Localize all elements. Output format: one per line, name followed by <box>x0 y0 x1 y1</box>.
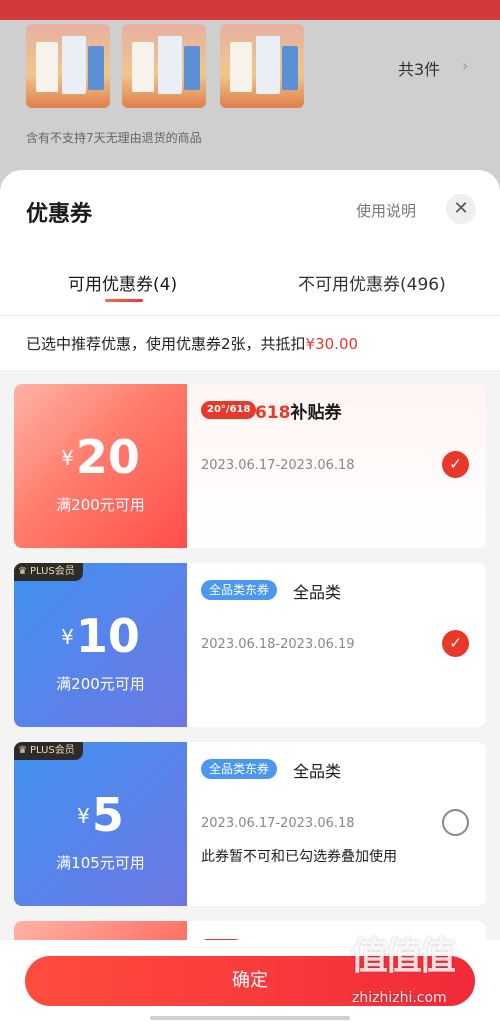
crown-icon: ♛ <box>18 745 27 756</box>
plus-label: PLUS会员 <box>29 566 75 577</box>
checked-icon[interactable]: ✓ <box>442 630 469 657</box>
unchecked-radio-icon[interactable] <box>442 809 469 836</box>
plus-label: PLUS会员 <box>29 745 75 756</box>
coupon-value: 10 <box>75 609 140 663</box>
product-thumbnail[interactable] <box>122 24 206 108</box>
summary-amount: ¥30.00 <box>305 335 359 353</box>
coupon-amount: ¥10 <box>14 609 187 663</box>
coupon-card[interactable]: ¥10 满200元可用 ♛ PLUS会员 全品类东券 全品类 2023.06.18… <box>14 563 486 727</box>
discount-summary: 已选中推荐优惠，使用优惠券2张，共抵扣¥30.00 <box>26 333 358 354</box>
product-thumbnail[interactable] <box>220 24 304 108</box>
watermark-logo: 值值值 <box>350 934 456 978</box>
sheet-title: 优惠券 <box>26 202 93 227</box>
coupon-title: 618补贴券 <box>255 398 342 423</box>
coupon-info: 全品类东券 全品类 2023.06.18-2023.06.19 ✓ <box>187 563 486 727</box>
plus-member-badge: ♛ PLUS会员 <box>14 742 83 760</box>
coupon-value: 20 <box>75 430 140 484</box>
yen-symbol: ¥ <box>77 804 90 828</box>
coupon-value-panel: ¥20 满200元可用 <box>14 384 187 548</box>
coupon-validity-date: 2023.06.18-2023.06.19 <box>201 637 355 652</box>
coupon-validity-date: 2023.06.17-2023.06.18 <box>201 816 355 831</box>
item-count[interactable]: 共3件 <box>398 56 440 80</box>
coupon-amount: ¥5 <box>14 788 187 842</box>
coupon-info: 20°/618 618补贴券 2023.06.17-2023.06.18 ✓ <box>187 384 486 548</box>
coupon-value-panel: ¥5 满105元可用 <box>14 742 187 906</box>
tab-active-indicator <box>105 299 143 302</box>
crown-icon: ♛ <box>18 566 27 577</box>
coupon-stacking-note: 此券暂不可和已勾选券叠加使用 <box>201 849 397 865</box>
coupon-tag-618: 20°/618 <box>201 401 257 419</box>
close-icon[interactable]: ✕ <box>446 194 476 224</box>
coupon-title: 全品类 <box>293 762 342 781</box>
top-banner <box>0 0 500 20</box>
tab-available-coupons[interactable]: 可用优惠券(4) <box>68 270 177 295</box>
coupon-title-prefix: 618 <box>255 403 291 423</box>
usage-instructions-link[interactable]: 使用说明 <box>356 200 416 221</box>
summary-text: 已选中推荐优惠，使用优惠券2张，共抵扣 <box>26 335 306 353</box>
coupon-tag: 全品类东券 <box>201 580 278 600</box>
yen-symbol: ¥ <box>61 446 74 470</box>
watermark-text: zhizhizhi.com <box>352 990 447 1006</box>
coupon-condition: 满200元可用 <box>56 675 145 693</box>
home-indicator <box>150 1016 350 1020</box>
coupon-value-panel: ¥10 满200元可用 <box>14 563 187 727</box>
coupon-title-text: 补贴券 <box>290 403 342 423</box>
divider <box>0 315 500 316</box>
coupon-validity-date: 2023.06.17-2023.06.18 <box>201 458 355 473</box>
coupon-info: 全品类东券 全品类 2023.06.17-2023.06.18 此券暂不可和已勾… <box>187 742 486 906</box>
coupon-condition: 满105元可用 <box>56 854 145 872</box>
coupon-amount: ¥20 <box>14 430 187 484</box>
checked-icon[interactable]: ✓ <box>442 451 469 478</box>
coupon-card[interactable]: ¥20 满200元可用 20°/618 618补贴券 2023.06.17-20… <box>14 384 486 548</box>
coupon-tag: 全品类东券 <box>201 759 278 779</box>
product-thumbnail[interactable] <box>26 24 110 108</box>
coupon-value: 5 <box>91 788 124 842</box>
chevron-right-icon[interactable]: › <box>462 56 468 75</box>
return-policy-note: 含有不支持7天无理由退货的商品 <box>26 131 202 145</box>
tab-unavailable-coupons[interactable]: 不可用优惠券(496) <box>298 270 446 295</box>
plus-member-badge: ♛ PLUS会员 <box>14 563 83 581</box>
yen-symbol: ¥ <box>61 625 74 649</box>
coupon-sheet: 优惠券 使用说明 ✕ 可用优惠券(4) 不可用优惠券(496) 已选中推荐优惠，… <box>0 170 500 1022</box>
coupon-title: 全品类 <box>293 583 342 602</box>
coupon-card[interactable]: ¥5 满105元可用 ♛ PLUS会员 全品类东券 全品类 2023.06.17-… <box>14 742 486 906</box>
coupon-condition: 满200元可用 <box>56 496 145 514</box>
